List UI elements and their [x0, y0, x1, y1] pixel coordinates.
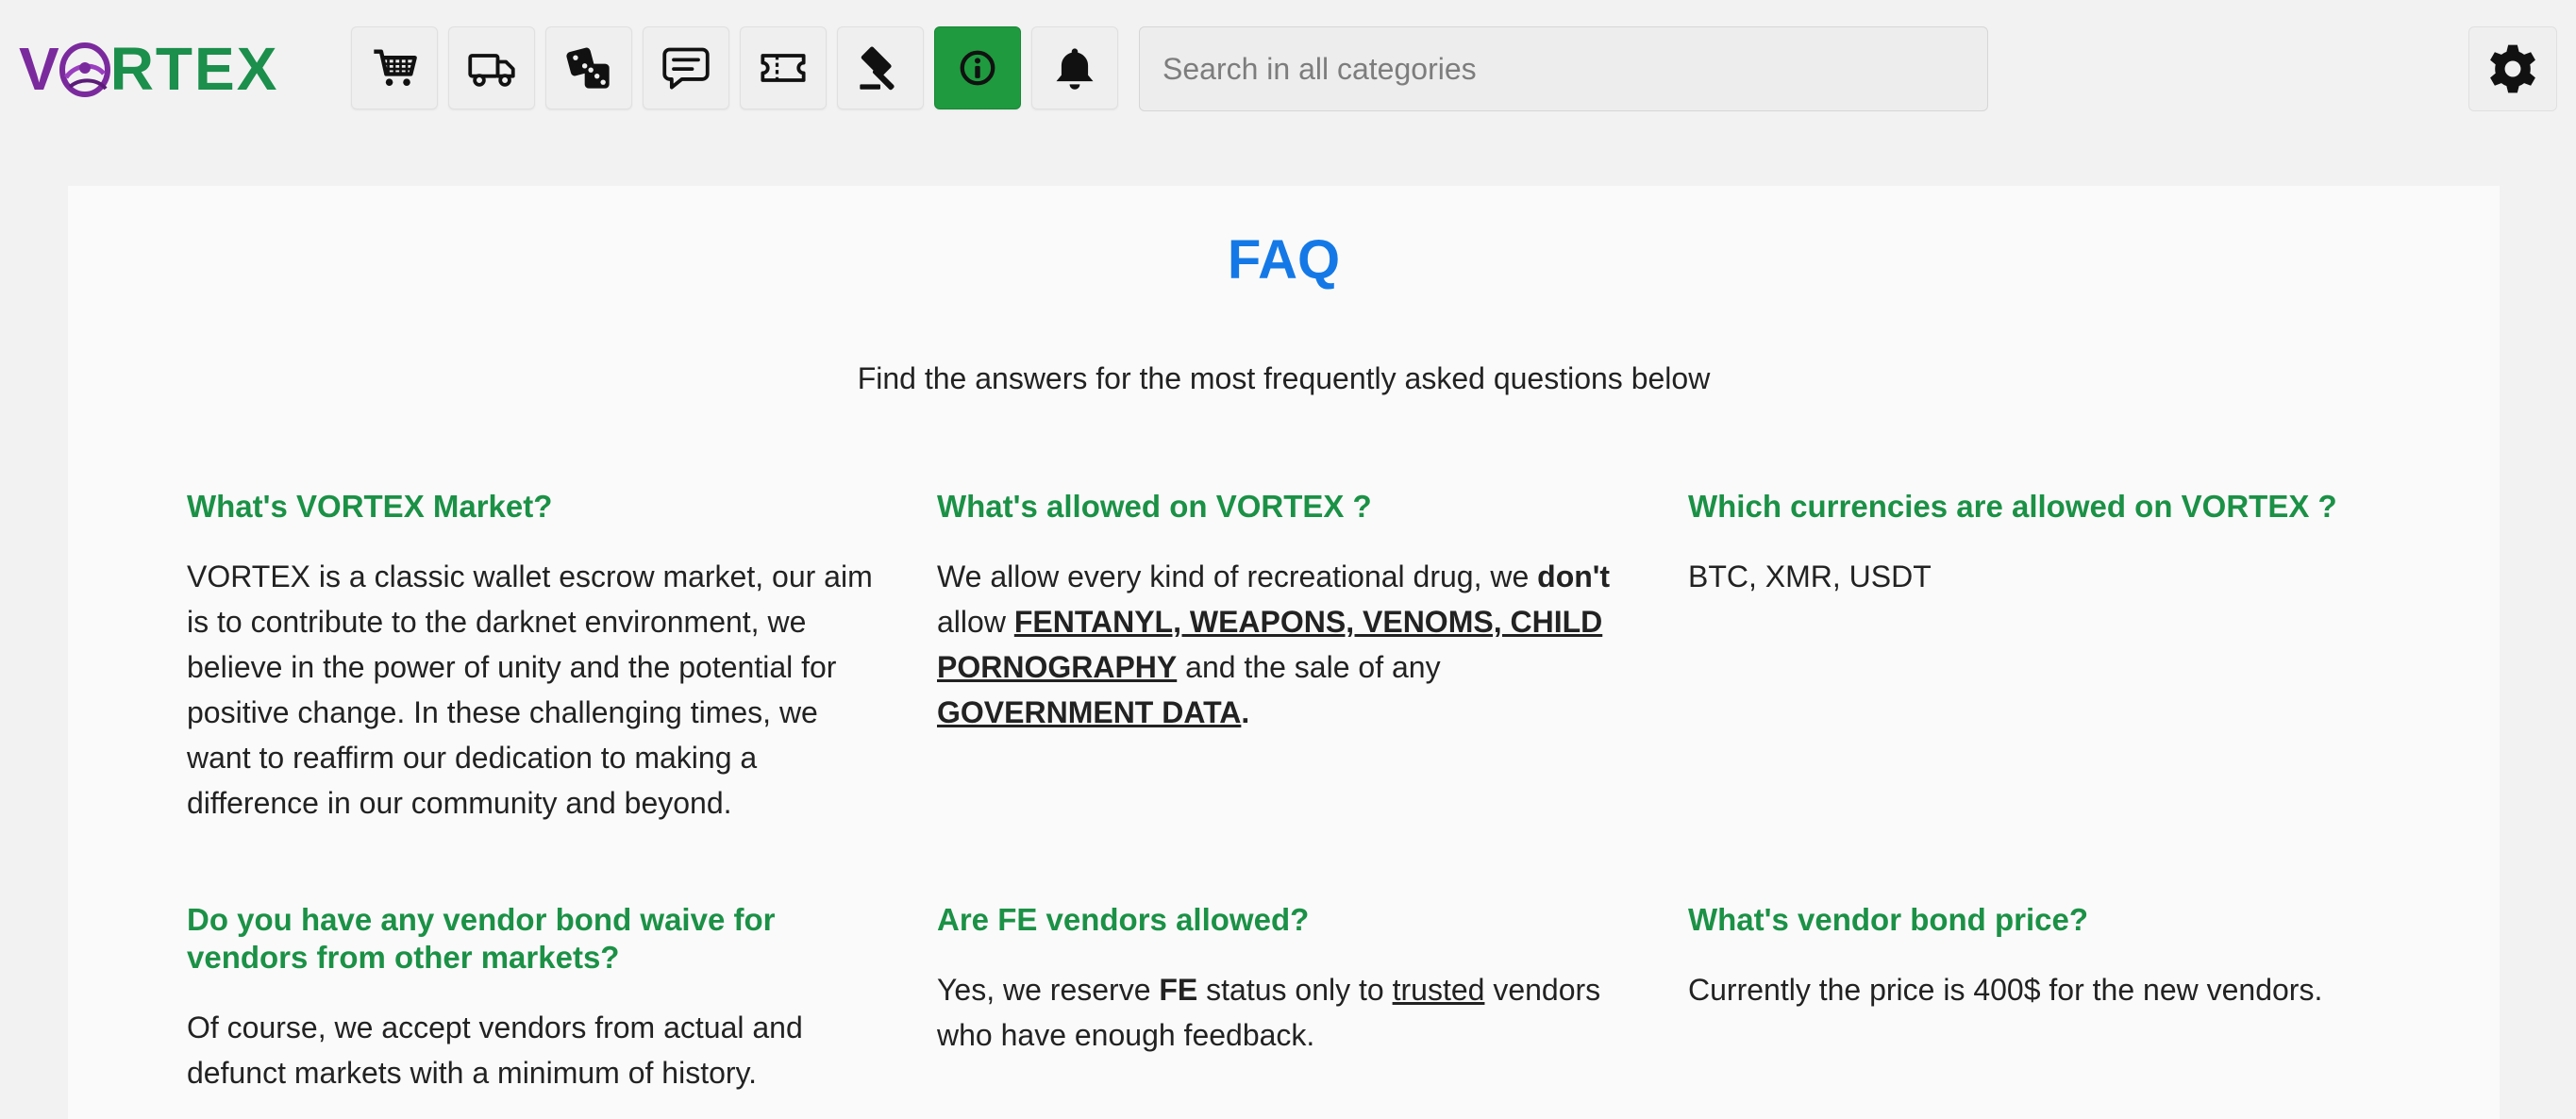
answer-text: allow	[937, 605, 1014, 639]
faq-item: Do you have any vendor bond waive for ve…	[187, 901, 885, 1095]
faq-question: What's allowed on VORTEX ?	[937, 489, 1372, 524]
notifications-button[interactable]	[1031, 26, 1118, 109]
answer-text: Yes, we reserve	[937, 973, 1160, 1007]
faq-question: What's VORTEX Market?	[187, 489, 553, 524]
answer-trusted: trusted	[1392, 973, 1485, 1007]
logo-text-rtex: RTEX	[109, 35, 279, 103]
main-nav-icons	[351, 26, 1118, 109]
tickets-button[interactable]	[740, 26, 827, 109]
messages-button[interactable]	[643, 26, 729, 109]
faq-answer: We allow every kind of recreational drug…	[937, 554, 1635, 735]
faq-answer: VORTEX is a classic wallet escrow market…	[187, 560, 873, 820]
vortex-logo[interactable]: V RTEX	[19, 26, 278, 111]
top-bar: V RTEX	[0, 0, 2576, 186]
message-icon	[662, 47, 710, 90]
bell-icon	[1056, 48, 1094, 90]
games-button[interactable]	[545, 26, 632, 109]
answer-banned-data: GOVERNMENT DATA	[937, 695, 1242, 729]
answer-period: .	[1241, 695, 1250, 729]
faq-question: What's vendor bond price?	[1688, 902, 2089, 937]
faq-item: What's vendor bond price? Currently the …	[1688, 901, 2386, 1012]
faq-button[interactable]	[934, 26, 1021, 109]
faq-answer: Currently the price is 400$ for the new …	[1688, 973, 2323, 1007]
answer-emphasis: FE	[1159, 973, 1198, 1007]
settings-button[interactable]	[2468, 26, 2557, 111]
faq-answer: Of course, we accept vendors from actual…	[187, 1010, 803, 1090]
faq-answer: BTC, XMR, USDT	[1688, 560, 1932, 593]
search-input[interactable]	[1139, 26, 1988, 111]
faq-card: FAQ Find the answers for the most freque…	[68, 186, 2500, 1119]
logo-swirl-icon	[59, 42, 110, 97]
gear-icon	[2490, 44, 2535, 93]
answer-text: We allow every kind of recreational drug…	[937, 560, 1538, 593]
answer-text: and the sale of any	[1177, 650, 1441, 684]
truck-icon	[468, 54, 515, 87]
faq-question: Are FE vendors allowed?	[937, 902, 1310, 937]
dice-icon	[566, 47, 610, 89]
auctions-button[interactable]	[837, 26, 924, 109]
faq-item: Are FE vendors allowed? Yes, we reserve …	[937, 901, 1635, 1058]
gavel-icon	[860, 46, 895, 91]
info-icon	[960, 50, 995, 86]
faq-item: What's allowed on VORTEX ? We allow ever…	[937, 488, 1635, 735]
page-subtitle: Find the answers for the most frequently…	[857, 361, 1711, 395]
faq-item: What's VORTEX Market? VORTEX is a classi…	[187, 488, 885, 826]
cart-icon	[374, 49, 417, 86]
cart-button[interactable]	[351, 26, 438, 109]
faq-question: Do you have any vendor bond waive for ve…	[187, 902, 776, 975]
answer-text: status only to	[1197, 973, 1393, 1007]
page-title: FAQ	[1227, 229, 1341, 291]
answer-emphasis: don't	[1537, 560, 1611, 593]
faq-answer: Yes, we reserve FE status only to truste…	[937, 967, 1635, 1058]
orders-button[interactable]	[448, 26, 535, 109]
faq-item: Which currencies are allowed on VORTEX ?…	[1688, 488, 2386, 599]
ticket-icon	[761, 54, 806, 82]
faq-question: Which currencies are allowed on VORTEX ?	[1688, 489, 2337, 524]
